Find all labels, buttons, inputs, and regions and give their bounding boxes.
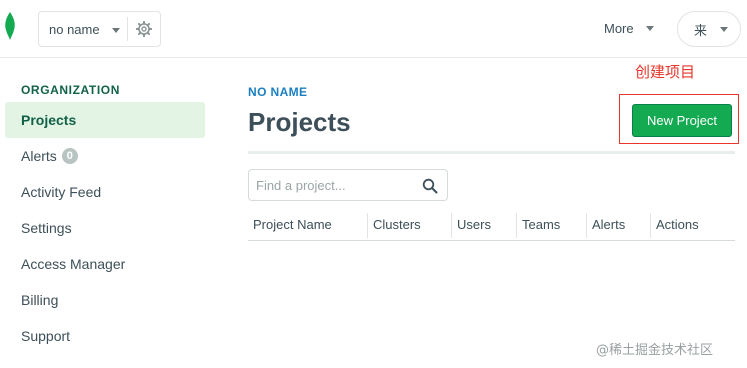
project-search	[248, 169, 448, 201]
new-project-button[interactable]: New Project	[632, 104, 732, 137]
sidebar-item-billing[interactable]: Billing	[5, 282, 205, 318]
org-name: no name	[49, 21, 100, 37]
gear-icon[interactable]	[136, 21, 152, 37]
sidebar-item-label: Activity Feed	[21, 184, 102, 200]
annotation-label: 创建项目	[635, 63, 696, 81]
column-header-alerts[interactable]: Alerts	[586, 213, 650, 238]
chevron-down-icon	[720, 26, 728, 32]
sidebar-heading: ORGANIZATION	[21, 83, 120, 97]
sidebar: ORGANIZATION Projects Alerts 0 Activity …	[0, 59, 215, 368]
sidebar-item-alerts[interactable]: Alerts 0	[5, 138, 205, 174]
org-switcher[interactable]: no name	[38, 11, 161, 47]
search-icon[interactable]	[422, 178, 438, 194]
mongodb-leaf-icon[interactable]	[4, 12, 16, 40]
alerts-count-badge: 0	[61, 148, 78, 164]
sidebar-item-support[interactable]: Support	[5, 318, 205, 354]
sidebar-item-label: Settings	[21, 220, 72, 236]
column-header-users[interactable]: Users	[451, 213, 516, 238]
sidebar-item-label: Projects	[21, 112, 77, 128]
column-header-teams[interactable]: Teams	[516, 213, 586, 238]
projects-table-header: Project Name Clusters Users Teams Alerts…	[248, 213, 735, 241]
user-menu[interactable]: 来	[677, 11, 741, 47]
watermark: @稀土掘金技术社区	[596, 343, 714, 358]
sidebar-item-label: Support	[21, 328, 71, 344]
chevron-down-icon	[645, 26, 654, 31]
more-menu[interactable]: More	[604, 21, 654, 36]
sidebar-item-projects[interactable]: Projects	[5, 102, 205, 138]
sidebar-item-access-manager[interactable]: Access Manager	[5, 246, 205, 282]
sidebar-item-settings[interactable]: Settings	[5, 210, 205, 246]
page-title: Projects	[248, 107, 351, 137]
divider	[127, 17, 128, 41]
title-divider	[248, 151, 735, 154]
user-name: 来	[694, 22, 708, 38]
search-input[interactable]	[256, 176, 416, 194]
sidebar-item-label: Billing	[21, 292, 59, 308]
column-header-project-name[interactable]: Project Name	[248, 213, 367, 238]
sidebar-item-label: Alerts	[21, 148, 57, 164]
breadcrumb[interactable]: NO NAME	[248, 85, 307, 99]
top-bar: no name More 来	[0, 0, 747, 58]
column-header-clusters[interactable]: Clusters	[367, 213, 451, 238]
chevron-down-icon	[112, 28, 120, 33]
more-label: More	[604, 21, 634, 36]
sidebar-item-label: Access Manager	[21, 256, 126, 272]
sidebar-item-activity-feed[interactable]: Activity Feed	[5, 174, 205, 210]
column-header-actions[interactable]: Actions	[650, 213, 735, 238]
